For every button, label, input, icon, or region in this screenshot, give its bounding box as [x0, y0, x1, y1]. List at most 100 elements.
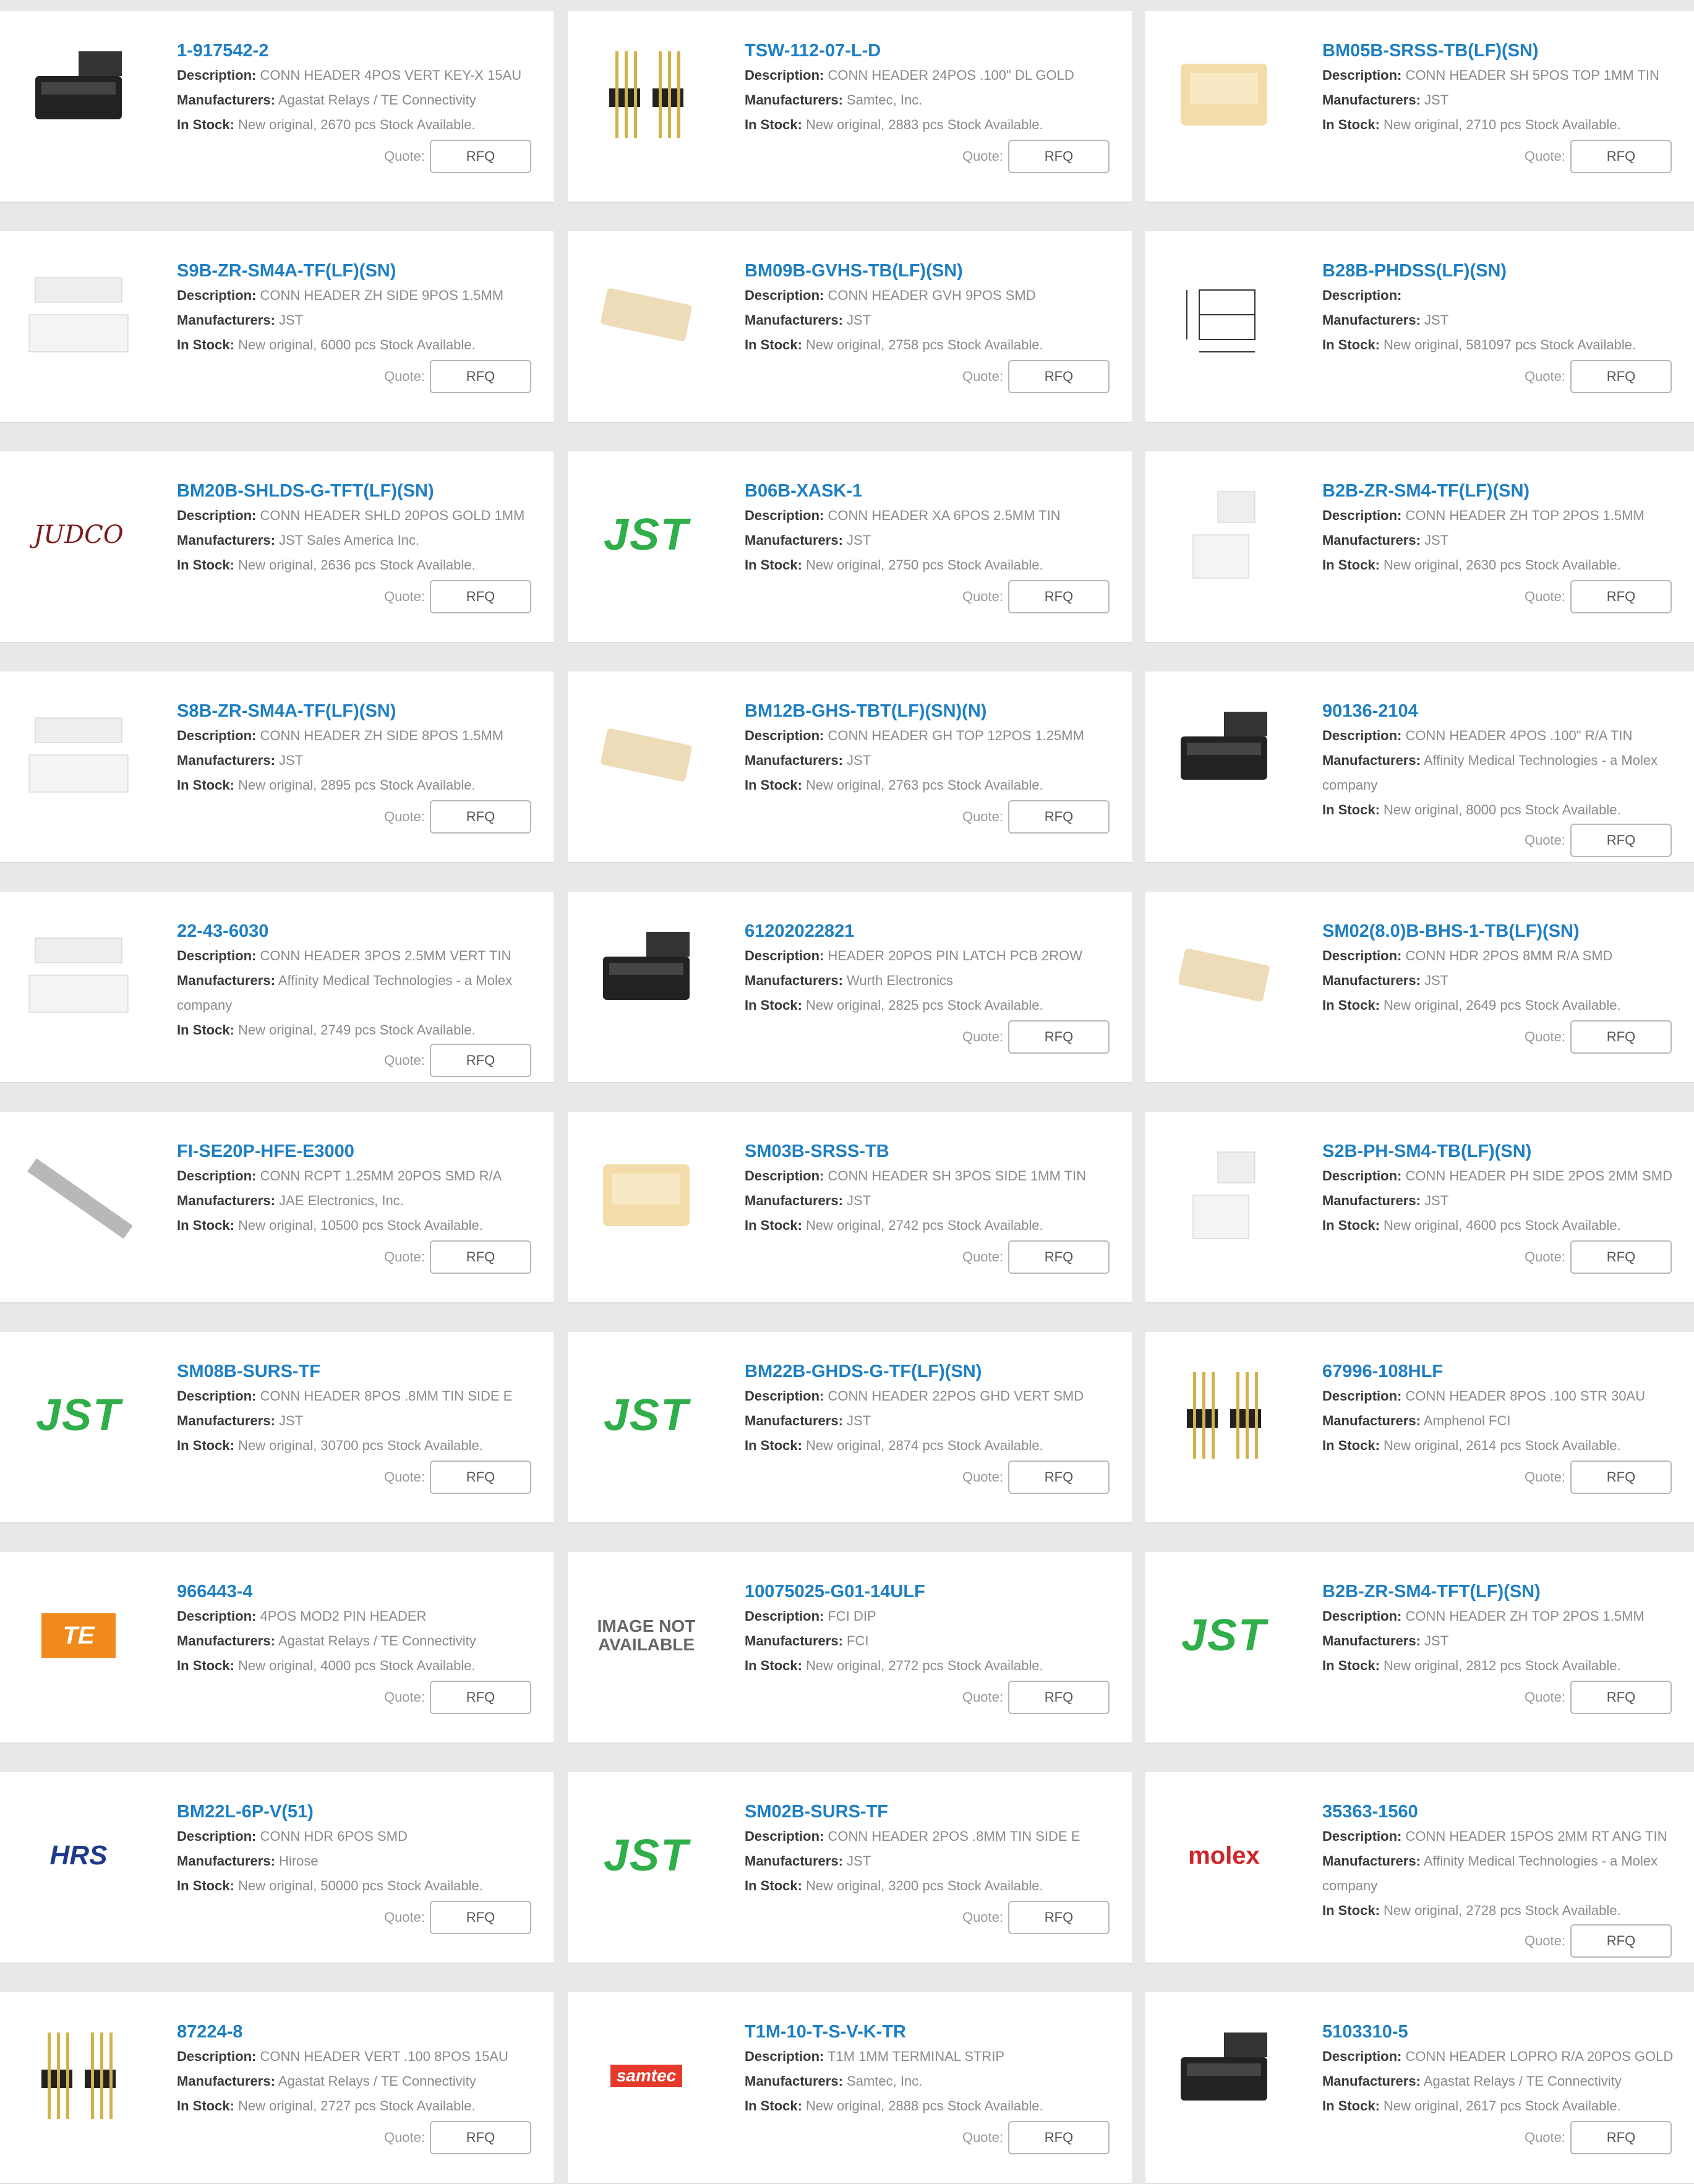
product-thumbnail[interactable] — [581, 696, 711, 814]
product-info: B2B-ZR-SM4-TFT(LF)(SN) Description: CONN… — [1322, 1579, 1694, 1678]
part-number-link[interactable]: 67996-108HLF — [1322, 1359, 1694, 1384]
product-thumbnail[interactable]: JUDCO — [14, 476, 143, 594]
part-number-link[interactable]: TSW-112-07-L-D — [745, 38, 1132, 63]
rfq-button[interactable]: RFQ — [1008, 1681, 1110, 1714]
part-number-link[interactable]: BM05B-SRSS-TB(LF)(SN) — [1322, 38, 1694, 63]
description-row: Description: CONN HEADER 4POS VERT KEY-X… — [177, 63, 554, 88]
stock-label: In Stock: — [1322, 337, 1380, 352]
part-number-link[interactable]: 966443-4 — [177, 1579, 554, 1604]
product-thumbnail[interactable]: molex — [1159, 1797, 1289, 1914]
rfq-button[interactable]: RFQ — [1570, 824, 1672, 857]
product-thumbnail[interactable] — [581, 36, 711, 153]
rfq-button[interactable]: RFQ — [430, 580, 531, 613]
rfq-button[interactable]: RFQ — [1008, 2121, 1110, 2154]
product-card: SM03B-SRSS-TB Description: CONN HEADER S… — [568, 1112, 1132, 1303]
rfq-button[interactable]: RFQ — [1570, 360, 1672, 393]
rfq-button[interactable]: RFQ — [1570, 2121, 1672, 2154]
product-thumbnail[interactable] — [14, 916, 143, 1034]
part-number-link[interactable]: 61202022821 — [745, 919, 1132, 944]
product-thumbnail[interactable] — [14, 36, 143, 153]
rfq-button[interactable]: RFQ — [1008, 140, 1110, 173]
rfq-button[interactable]: RFQ — [430, 360, 531, 393]
product-thumbnail[interactable]: JST — [581, 1357, 711, 1474]
part-number-link[interactable]: S8B-ZR-SM4A-TF(LF)(SN) — [177, 699, 554, 723]
rfq-button[interactable]: RFQ — [1008, 360, 1110, 393]
rfq-button[interactable]: RFQ — [1570, 1020, 1672, 1054]
part-number-link[interactable]: B06B-XASK-1 — [745, 479, 1132, 503]
product-thumbnail[interactable]: TE — [14, 1577, 143, 1694]
product-thumbnail[interactable] — [1159, 916, 1289, 1034]
product-thumbnail[interactable] — [14, 696, 143, 814]
product-thumbnail[interactable] — [1159, 1137, 1289, 1254]
rfq-button[interactable]: RFQ — [1570, 580, 1672, 613]
product-thumbnail[interactable] — [581, 256, 711, 373]
product-thumbnail[interactable]: JST — [1159, 1577, 1289, 1694]
part-number-link[interactable]: BM09B-GVHS-TB(LF)(SN) — [745, 258, 1132, 283]
product-thumbnail[interactable]: IMAGE NOT AVAILABLE — [581, 1577, 711, 1694]
part-number-link[interactable]: BM12B-GHS-TBT(LF)(SN)(N) — [745, 699, 1132, 723]
product-thumbnail[interactable] — [1159, 256, 1289, 373]
part-number-link[interactable]: 10075025-G01-14ULF — [745, 1579, 1132, 1604]
rfq-button[interactable]: RFQ — [1570, 140, 1672, 173]
product-thumbnail[interactable] — [1159, 696, 1289, 814]
jst-logo: JST — [603, 1831, 690, 1880]
product-thumbnail[interactable] — [581, 916, 711, 1034]
rfq-button[interactable]: RFQ — [430, 800, 531, 834]
product-thumbnail[interactable] — [1159, 2017, 1289, 2135]
product-thumbnail[interactable] — [581, 1137, 711, 1254]
rfq-button[interactable]: RFQ — [1570, 1681, 1672, 1714]
product-thumbnail[interactable]: samtec — [581, 2017, 711, 2135]
product-thumbnail[interactable]: HRS — [14, 1797, 143, 1914]
rfq-button[interactable]: RFQ — [430, 1240, 531, 1274]
manufacturer-label: Manufacturers: — [177, 1193, 275, 1208]
part-number-link[interactable]: SM02B-SURS-TF — [745, 1799, 1132, 1824]
product-thumbnail[interactable]: JST — [14, 1357, 143, 1474]
part-number-link[interactable]: 90136-2104 — [1322, 699, 1694, 723]
rfq-button[interactable]: RFQ — [1008, 1020, 1110, 1054]
rfq-button[interactable]: RFQ — [430, 1681, 531, 1714]
rfq-button[interactable]: RFQ — [1570, 1924, 1672, 1958]
rfq-button[interactable]: RFQ — [1008, 580, 1110, 613]
part-number-link[interactable]: B2B-ZR-SM4-TFT(LF)(SN) — [1322, 1579, 1694, 1604]
part-number-link[interactable]: 87224-8 — [177, 2020, 554, 2044]
part-number-link[interactable]: 5103310-5 — [1322, 2020, 1694, 2044]
rfq-button[interactable]: RFQ — [430, 140, 531, 173]
part-number-link[interactable]: BM22B-GHDS-G-TF(LF)(SN) — [745, 1359, 1132, 1384]
rfq-button[interactable]: RFQ — [430, 1901, 531, 1934]
description-row: Description: CONN HEADER ZH TOP 2POS 1.5… — [1322, 503, 1694, 528]
rfq-button[interactable]: RFQ — [430, 1044, 531, 1077]
product-thumbnail[interactable] — [14, 1137, 143, 1254]
rfq-button[interactable]: RFQ — [430, 1461, 531, 1494]
rfq-button[interactable]: RFQ — [430, 2121, 531, 2154]
product-thumbnail[interactable] — [14, 2017, 143, 2135]
part-number-link[interactable]: 35363-1560 — [1322, 1799, 1694, 1824]
rfq-button[interactable]: RFQ — [1008, 1901, 1110, 1934]
product-thumbnail[interactable] — [1159, 1357, 1289, 1474]
part-number-link[interactable]: T1M-10-T-S-V-K-TR — [745, 2020, 1132, 2044]
part-number-link[interactable]: 1-917542-2 — [177, 38, 554, 63]
rfq-button[interactable]: RFQ — [1008, 1461, 1110, 1494]
part-number-link[interactable]: SM03B-SRSS-TB — [745, 1139, 1132, 1164]
product-thumbnail[interactable]: JST — [581, 1797, 711, 1914]
rfq-button[interactable]: RFQ — [1570, 1461, 1672, 1494]
description-label: Description: — [745, 67, 824, 83]
part-number-link[interactable]: 22-43-6030 — [177, 919, 554, 944]
part-number-link[interactable]: B28B-PHDSS(LF)(SN) — [1322, 258, 1694, 283]
part-number-link[interactable]: FI-SE20P-HFE-E3000 — [177, 1139, 554, 1164]
rfq-button[interactable]: RFQ — [1008, 1240, 1110, 1274]
part-number-link[interactable]: BM22L-6P-V(51) — [177, 1799, 554, 1824]
product-thumbnail[interactable] — [14, 256, 143, 373]
part-number-link[interactable]: SM02(8.0)B-BHS-1-TB(LF)(SN) — [1322, 919, 1694, 944]
product-thumbnail[interactable]: JST — [581, 476, 711, 594]
part-number-link[interactable]: BM20B-SHLDS-G-TFT(LF)(SN) — [177, 479, 554, 503]
product-thumbnail[interactable] — [1159, 476, 1289, 594]
quote-label: Quote: — [962, 148, 1003, 164]
part-number-link[interactable]: B2B-ZR-SM4-TF(LF)(SN) — [1322, 479, 1694, 503]
rfq-button[interactable]: RFQ — [1570, 1240, 1672, 1274]
part-number-link[interactable]: S2B-PH-SM4-TB(LF)(SN) — [1322, 1139, 1694, 1164]
part-number-link[interactable]: SM08B-SURS-TF — [177, 1359, 554, 1384]
rfq-button[interactable]: RFQ — [1008, 800, 1110, 834]
product-thumbnail[interactable] — [1159, 36, 1289, 153]
manufacturer-value: JST Sales America Inc. — [279, 532, 420, 548]
part-number-link[interactable]: S9B-ZR-SM4A-TF(LF)(SN) — [177, 258, 554, 283]
